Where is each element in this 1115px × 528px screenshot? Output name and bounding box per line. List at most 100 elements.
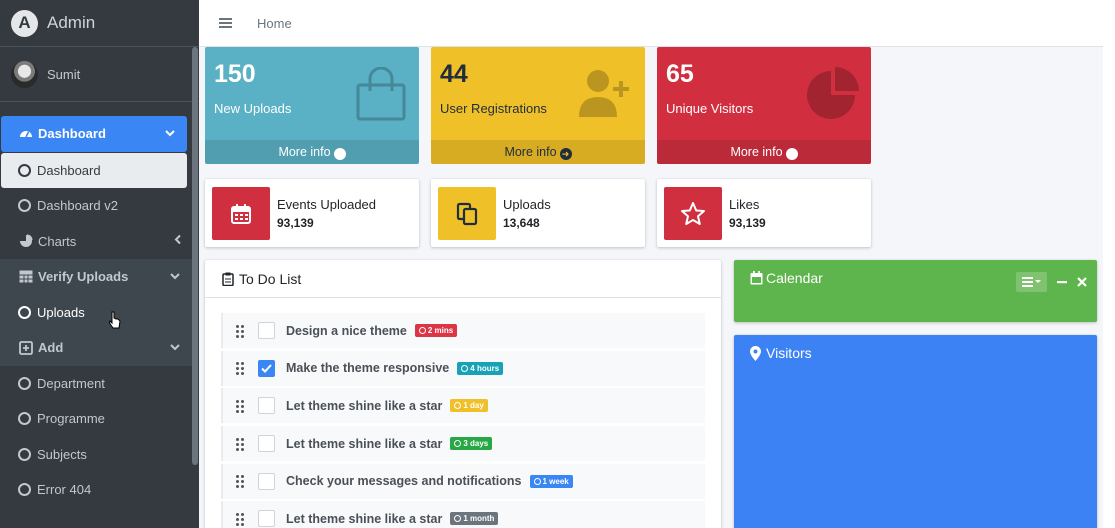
drag-handle-icon[interactable] [236, 475, 246, 489]
brand-name: Admin [47, 13, 96, 32]
todo-checkbox[interactable] [258, 397, 275, 415]
sidebar-item-label: Subjects [37, 446, 87, 462]
drag-handle-icon[interactable] [236, 362, 246, 376]
todo-item[interactable]: Check your messages and notifications 1 … [221, 463, 705, 499]
clock-icon [533, 477, 541, 485]
sidebar-item-label: Error 404 [37, 482, 92, 498]
badge-label: 3 days [463, 439, 489, 449]
menu-toggle-icon[interactable] [219, 18, 232, 28]
copy-icon [438, 187, 496, 240]
plus-square-icon [18, 340, 33, 355]
todo-text: Let theme shine like a star [286, 398, 443, 413]
sidebar-item-dashboard-sub[interactable]: Dashboard [1, 152, 187, 188]
sidebar-item-label: Programme [37, 411, 105, 427]
clock-icon [418, 327, 426, 334]
sidebar-item-dashboard-v2[interactable]: Dashboard v2 [0, 188, 193, 224]
drag-handle-icon[interactable] [236, 437, 246, 451]
sidebar-item-uploads[interactable]: Uploads [0, 294, 192, 330]
info-box-likes: Likes 93,139 [657, 179, 871, 247]
user-name: Sumit [47, 66, 81, 82]
circle-icon [18, 447, 31, 461]
sidebar-item-label: Dashboard [38, 126, 106, 142]
stat-value: 44 [440, 60, 468, 88]
todo-list: Design a nice theme 2 mins Make the them… [205, 298, 721, 528]
todo-checkbox[interactable] [258, 510, 275, 528]
sidebar-item-add[interactable]: Add [0, 330, 192, 366]
calendar-title: Calendar [766, 270, 823, 286]
info-box-events-uploaded: Events Uploaded 93,139 [205, 179, 419, 247]
stat-label: User Registrations [440, 101, 547, 116]
badge-label: 1 day [463, 401, 484, 411]
user-panel[interactable]: Sumit [0, 47, 199, 102]
info-box-value: 93,139 [277, 216, 314, 230]
table-icon [18, 269, 33, 284]
time-badge: 1 month [450, 512, 499, 526]
circle-icon [18, 199, 31, 213]
info-box-title: Uploads [503, 197, 551, 212]
sidebar-nav: Dashboard Dashboard Dashboard v2 Charts [0, 102, 199, 508]
more-info-link[interactable]: More info ➜ [657, 140, 871, 164]
avatar [11, 60, 38, 88]
badge-label: 1 month [463, 514, 495, 524]
minus-icon[interactable] [1057, 277, 1067, 287]
tachometer-icon [18, 126, 33, 141]
drag-handle-icon[interactable] [236, 324, 246, 338]
drag-handle-icon[interactable] [236, 399, 246, 413]
todo-item[interactable]: Design a nice theme 2 mins [221, 313, 705, 348]
todo-card-header: To Do List [205, 260, 721, 298]
sidebar-item-programme[interactable]: Programme [0, 401, 193, 437]
circle-icon [18, 483, 31, 497]
todo-checkbox[interactable] [258, 472, 275, 490]
calendar-menu-button[interactable] [1016, 272, 1047, 292]
circle-icon [18, 163, 31, 177]
sidebar-item-dashboard[interactable]: Dashboard [1, 116, 187, 152]
more-info-link[interactable]: More info ➜ [431, 140, 645, 164]
sidebar-item-label: Dashboard v2 [37, 198, 118, 214]
breadcrumb-home[interactable]: Home [257, 16, 292, 31]
drag-handle-icon[interactable] [236, 512, 246, 526]
calendar-tools [1016, 272, 1087, 292]
info-box-value: 93,139 [729, 216, 766, 230]
sidebar-item-error-404[interactable]: Error 404 [0, 472, 193, 508]
calendar-header: Calendar [750, 270, 823, 286]
pie-chart-icon [807, 67, 859, 119]
sidebar-item-label: Dashboard [37, 162, 101, 178]
todo-text: Design a nice theme [286, 323, 407, 338]
sidebar-item-subjects[interactable]: Subjects [0, 437, 193, 473]
visitors-title: Visitors [766, 345, 812, 361]
bars-icon [1022, 277, 1041, 287]
visitors-card: Visitors [734, 335, 1097, 528]
todo-text: Check your messages and notifications [286, 474, 522, 489]
chevron-down-icon [170, 342, 180, 354]
sidebar-item-label: Verify Uploads [38, 269, 129, 285]
todo-checkbox[interactable] [258, 435, 275, 453]
sidebar-item-label: Department [37, 375, 105, 391]
todo-checkbox[interactable] [258, 359, 275, 377]
todo-item[interactable]: Make the theme responsive 4 hours [221, 350, 705, 386]
time-badge: 1 day [450, 399, 488, 413]
stat-box-new-uploads: 150 New Uploads More info ➜ [205, 47, 419, 164]
more-info-link[interactable]: More info ➜ [205, 140, 419, 164]
brand-link[interactable]: A Admin [0, 0, 199, 47]
clock-icon [461, 364, 469, 372]
stat-box-user-registrations: 44 User Registrations More info ➜ [431, 47, 645, 164]
todo-item[interactable]: Let theme shine like a star 1 day [221, 388, 705, 424]
sidebar-scrollbar[interactable] [192, 47, 198, 465]
sidebar-item-verify-uploads[interactable]: Verify Uploads [0, 259, 192, 295]
todo-item[interactable]: Let theme shine like a star 3 days [221, 426, 705, 462]
sidebar-item-label: Charts [38, 233, 77, 249]
arrow-circle-right-icon: ➜ [785, 148, 798, 160]
todo-text: Let theme shine like a star [286, 436, 443, 451]
close-icon[interactable] [1077, 277, 1087, 287]
badge-label: 1 week [542, 476, 569, 486]
time-badge: 4 hours [457, 361, 504, 375]
todo-checkbox[interactable] [258, 322, 275, 339]
todo-card: To Do List Design a nice theme 2 mins Ma… [205, 260, 721, 528]
chevron-left-icon [174, 235, 181, 248]
todo-text: Make the theme responsive [286, 361, 450, 376]
sidebar-item-department[interactable]: Department [0, 366, 193, 402]
top-navbar: Home [199, 0, 1103, 47]
sidebar-item-charts[interactable]: Charts [0, 224, 193, 260]
info-box-title: Events Uploaded [277, 197, 377, 212]
todo-item[interactable]: Let theme shine like a star 1 month [221, 501, 705, 528]
